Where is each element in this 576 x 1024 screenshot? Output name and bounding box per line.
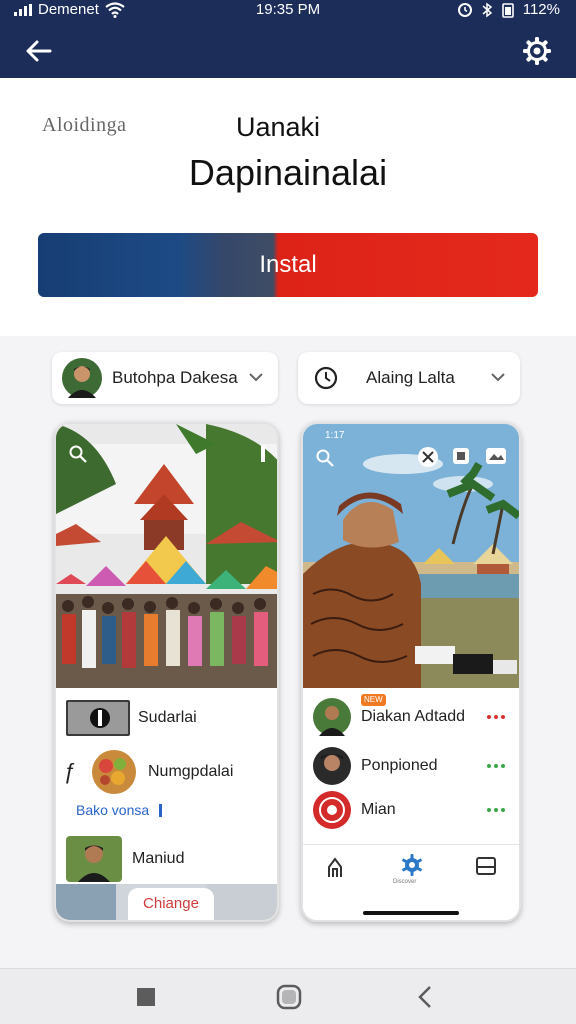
status-dots (487, 808, 505, 812)
home-icon[interactable] (325, 857, 345, 879)
tools-icon[interactable] (417, 446, 439, 468)
settings-icon[interactable] (400, 853, 424, 877)
bottom-tab-bar: Discover (303, 844, 519, 920)
contact-item[interactable]: Mian (303, 788, 519, 832)
chevron-down-icon (491, 373, 505, 382)
contact-item[interactable]: Ponpioned (303, 744, 519, 788)
copy-icon[interactable] (451, 446, 471, 466)
square-icon[interactable] (132, 983, 160, 1011)
right-selector-label: Alaing Lalta (366, 368, 455, 387)
cursor-icon (159, 804, 163, 817)
gear-icon[interactable] (520, 34, 554, 68)
avatar (313, 791, 351, 829)
avatar (62, 358, 102, 398)
search-icon[interactable] (68, 444, 88, 464)
left-phone-screenshot: Sudarlai ƒ Numgpdalai Bako vonsa Maniud … (54, 422, 279, 922)
status-dots (487, 715, 505, 719)
window-icon[interactable] (475, 855, 497, 877)
list-item[interactable]: ƒ Numgpdalai (56, 746, 277, 798)
back-chevron-icon[interactable] (412, 983, 440, 1011)
contact-name: Ponpioned (361, 757, 438, 774)
home-circle-icon[interactable] (275, 983, 303, 1011)
app-title: Dapinainalai (188, 152, 388, 193)
status-dots (487, 764, 505, 768)
lake-photo: 1:17 (303, 424, 519, 688)
right-phone-screenshot: 1:17 Diakan Adtadd NEW Ponpioned Mian Di… (301, 422, 521, 922)
battery-icon (501, 2, 514, 18)
battery-percent: 112% (522, 1, 560, 18)
food-thumbnail (92, 750, 136, 794)
list-item[interactable]: Maniud (56, 834, 277, 884)
item-label: Sudarlai (138, 709, 197, 726)
home-indicator (363, 911, 459, 915)
right-account-selector[interactable]: Alaing Lalta (298, 352, 520, 404)
arrow-left-icon[interactable] (22, 34, 56, 68)
currency-icon: ƒ (64, 759, 77, 784)
more-icon[interactable] (255, 444, 271, 464)
left-link[interactable]: Bako vonsa (76, 802, 163, 818)
avatar (313, 747, 351, 785)
screenshots-section: Butohpa Dakesa Alaing Lalta Sudarlai ƒ N… (0, 336, 576, 968)
alarm-icon (457, 2, 472, 17)
hero-section: Aloidinga Uanaki Dapinainalai Instal (0, 78, 576, 336)
gallery-icon[interactable] (485, 446, 507, 466)
list-item[interactable]: Sudarlai (56, 692, 277, 744)
contact-name: Mian (361, 801, 396, 818)
new-badge: NEW (361, 694, 386, 706)
chevron-down-icon (249, 373, 263, 382)
install-button[interactable]: Instal (38, 233, 538, 297)
app-bar (0, 24, 576, 78)
item-label: Maniud (132, 850, 185, 867)
brand-logo-text: Aloidinga (42, 114, 127, 136)
festival-photo (56, 424, 277, 688)
change-button[interactable]: Chiange (128, 888, 214, 920)
phone-time: 1:17 (325, 430, 345, 441)
contact-name: Diakan Adtadd (361, 708, 466, 725)
app-subtitle: Uanaki (236, 112, 321, 142)
clock-icon (314, 366, 338, 390)
contact-item[interactable]: Diakan Adtadd NEW (303, 690, 519, 744)
left-selector-label: Butohpa Dakesa (112, 368, 238, 387)
search-icon[interactable] (315, 448, 335, 468)
item-label: Numgpdalai (148, 763, 234, 780)
system-nav-bar (0, 968, 576, 1024)
left-account-selector[interactable]: Butohpa Dakesa (52, 352, 278, 404)
status-right: 112% (457, 1, 560, 18)
toggle-icon (66, 700, 130, 736)
bluetooth-icon (482, 2, 492, 17)
avatar (313, 698, 351, 736)
tab-label: Discover (393, 879, 417, 885)
user-thumbnail (66, 836, 122, 882)
status-bar: Demenet 19:35 PM 112% (0, 0, 576, 24)
